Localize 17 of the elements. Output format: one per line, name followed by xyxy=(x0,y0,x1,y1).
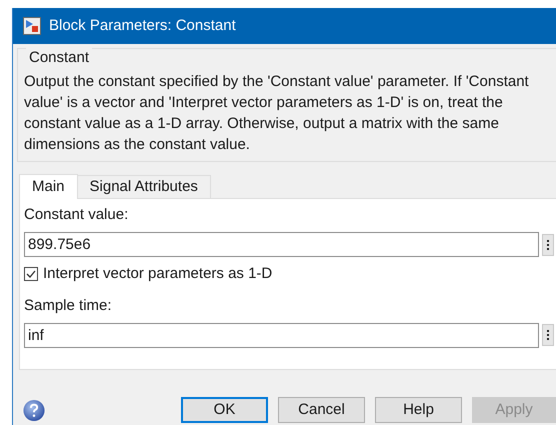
block-icon xyxy=(23,17,41,35)
input-field[interactable]: 899.75e6 xyxy=(24,232,539,257)
dialog-button[interactable]: Cancel xyxy=(278,397,365,423)
description-text: Output the constant specified by the 'Constant value' parameter. If 'Constant value' is a vector and 'Interpret vector parameters as 1-D' is on, treat the constant value as a 1-D array. Otherwise, output a matrix with the same dimensions as the constant value. xyxy=(24,72,530,155)
dialog-button[interactable]: OK xyxy=(181,397,268,423)
checkbox-label: Interpret vector parameters as 1-D xyxy=(43,264,272,284)
more-options-button[interactable] xyxy=(542,234,554,256)
checkbox[interactable] xyxy=(24,267,38,282)
input-field[interactable]: inf xyxy=(24,322,539,348)
tab[interactable]: Signal Attributes xyxy=(78,175,211,198)
help-icon[interactable] xyxy=(23,398,45,422)
field-label: Sample time: xyxy=(24,296,112,316)
field-label: Constant value: xyxy=(24,205,128,225)
tab[interactable]: Main xyxy=(19,174,78,199)
dialog-button[interactable]: Help xyxy=(375,397,462,423)
more-options-button[interactable] xyxy=(542,324,554,346)
window-title: Block Parameters: Constant xyxy=(49,16,236,36)
